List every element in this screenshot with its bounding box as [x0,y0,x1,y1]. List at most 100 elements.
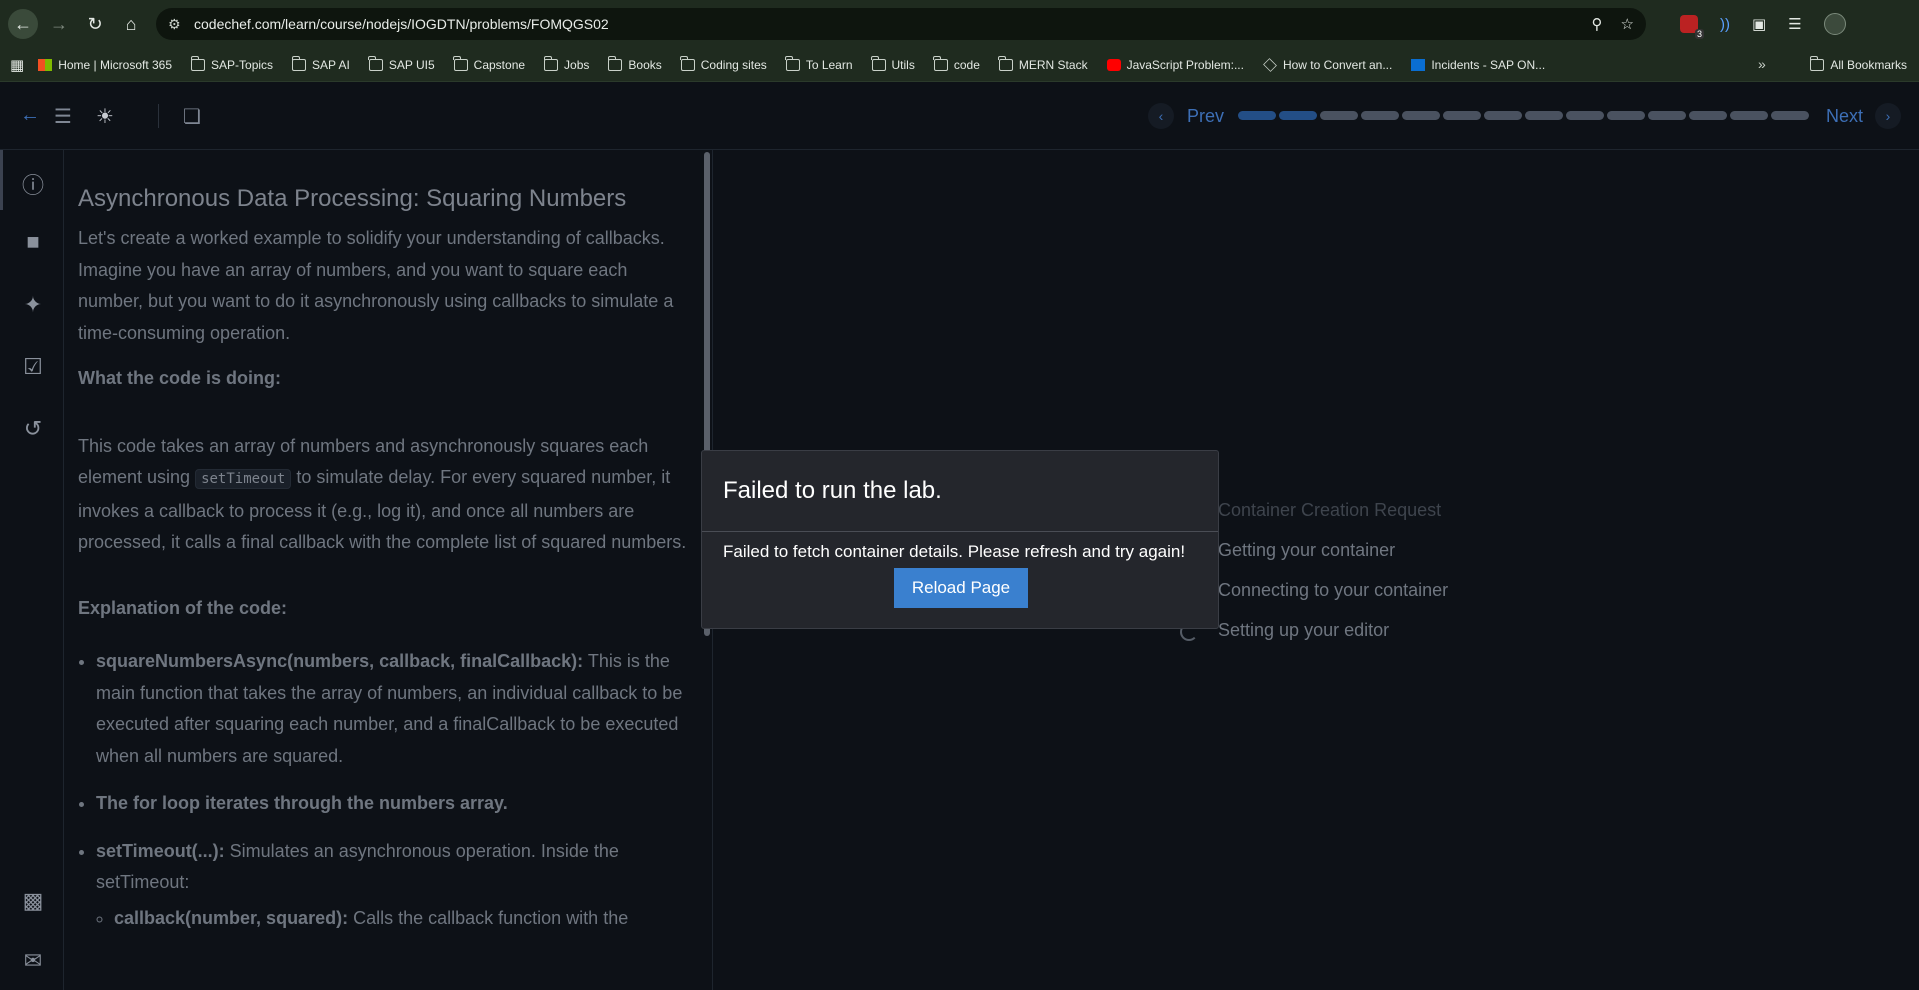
bookmark-item[interactable]: JavaScript Problem:... [1106,58,1244,72]
microsoft-icon [38,58,53,71]
bullet-bold: squareNumbersAsync(numbers, callback, fi… [96,651,584,671]
bookmark-label: SAP AI [312,57,350,72]
extension-badge-count: 3 [1694,29,1704,39]
all-bookmarks[interactable]: All Bookmarks [1809,48,1907,82]
extension-badge-icon[interactable]: 3 [1680,15,1704,39]
bookmark-item[interactable]: Jobs [543,55,590,72]
bookmark-item[interactable]: code [933,55,980,72]
zoom-icon[interactable]: ⚲ [1592,15,1603,33]
bookmark-item[interactable]: To Learn [785,55,853,72]
folder-icon [291,55,307,71]
step-connecting-container: Connecting to your container [1218,580,1449,600]
chevron-left-icon: ‹ [1148,103,1174,129]
url-text[interactable]: codechef.com/learn/course/nodejs/IOGDTN/… [194,16,609,32]
folder-icon [453,55,468,71]
bookmark-label: Home | Microsoft 365 [58,57,173,72]
progress-segment[interactable] [1771,111,1809,120]
sun-icon[interactable]: ☀ [96,104,114,129]
progress-segment[interactable] [1238,111,1276,120]
bookmark-star-icon[interactable]: ☆ [1621,15,1634,33]
reload-page-button[interactable]: Reload Page [894,568,1028,608]
progress-segment[interactable] [1525,111,1563,120]
history-icon[interactable]: ↺ [21,416,45,442]
reading-list-icon[interactable]: ☰ [1788,15,1801,33]
list-icon[interactable]: ☰ [54,104,72,129]
broadcast-icon[interactable]: )) [1720,16,1730,33]
next-label: Next [1826,105,1864,126]
bookmark-label: Jobs [564,57,590,72]
bookmark-item[interactable]: SAP-Topics [190,55,273,72]
bookmark-item[interactable]: Capstone [453,55,526,72]
folder-icon [871,55,886,71]
progress-segment[interactable] [1484,111,1522,120]
progress-segment[interactable] [1443,111,1481,120]
profile-avatar[interactable] [1823,13,1846,35]
terminal-icon[interactable]: ▩ [21,888,45,914]
error-modal: Failed to run the lab. Failed to fetch c… [701,450,1219,629]
bookmark-label: How to Convert an... [1282,57,1393,72]
problem-title: Asynchronous Data Processing: Squaring N… [78,185,627,212]
folder-icon [680,55,695,71]
next-button[interactable]: Next › [1826,103,1902,129]
step-container-creation: Container Creation Request [1218,500,1442,520]
progress-segment[interactable] [1689,111,1727,120]
bookmark-label: SAP UI5 [388,57,435,72]
bookmark-label: MERN Stack [1018,57,1088,72]
prev-button[interactable]: ‹ Prev [1148,103,1224,129]
chevron-right-icon: › [1875,103,1902,129]
ai-sparkle-icon[interactable]: ✦ [21,292,45,318]
folder-icon [1809,56,1825,71]
back-arrow-icon[interactable]: ← [8,9,38,39]
bookmark-item[interactable]: Coding sites [680,55,767,72]
bookmark-item[interactable]: SAP AI [291,55,350,72]
progress-segment[interactable] [1402,111,1440,120]
intro-paragraph: Let's create a worked example to solidif… [78,228,674,343]
progress-segment[interactable] [1361,111,1399,120]
bookmark-icon[interactable]: ❏ [183,104,201,129]
progress-segment[interactable] [1566,111,1604,120]
apps-grid-icon[interactable]: ▦ [10,56,24,74]
site-info-icon[interactable]: ⚙ [168,16,188,33]
folder-icon [998,55,1013,71]
list-item: setTimeout(...): Simulates an asynchrono… [96,836,688,935]
folder-icon [607,55,623,71]
back-arrow-icon[interactable]: ← [20,104,40,127]
checklist-icon[interactable]: ☑ [21,354,45,380]
folder-icon[interactable]: ■ [21,229,45,255]
progress-segment[interactable] [1320,111,1358,120]
puzzle-icon[interactable]: ▣ [1752,15,1766,33]
home-icon[interactable]: ⌂ [116,9,146,39]
header-divider [158,104,159,128]
bookmark-item[interactable]: MERN Stack [998,55,1088,72]
bullet-bold: setTimeout(...): [96,840,225,861]
bookmark-label: Capstone [473,57,526,72]
progress-segment[interactable] [1607,111,1645,120]
forward-arrow-icon[interactable]: → [44,9,74,39]
progress-segment[interactable] [1730,111,1768,120]
bookmark-item[interactable]: Utils [871,55,915,72]
list-item: callback(number, squared): Calls the cal… [114,903,688,935]
modal-title: Failed to run the lab. [723,477,942,504]
bookmark-item[interactable]: How to Convert an... [1263,58,1392,72]
all-bookmarks-label: All Bookmarks [1830,58,1907,72]
step-getting-container: Getting your container [1218,540,1396,560]
prev-label: Prev [1187,105,1225,126]
address-bar[interactable]: ⚙ codechef.com/learn/course/nodejs/IOGDT… [156,8,1646,40]
bookmark-item[interactable]: Home | Microsoft 365 [38,58,172,72]
progress-segment[interactable] [1648,111,1686,120]
bookmark-label: Books [628,57,662,72]
settimeout-code: setTimeout [195,469,292,489]
bookmarks-bar: ▦ Home | Microsoft 365 SAP-Topics SAP AI SA… [0,48,1919,82]
bookmark-item[interactable]: Incidents - SAP ON... [1411,58,1545,72]
rail-active-indicator [0,150,3,210]
more-bookmarks-icon[interactable]: » [1758,56,1766,72]
reload-icon[interactable]: ↻ [80,9,110,39]
bookmark-item[interactable]: SAP UI5 [368,55,435,72]
progress-segment[interactable] [1279,111,1317,120]
explanation-list: squareNumbersAsync(numbers, callback, fi… [96,646,688,934]
info-icon[interactable]: ⓘ [21,168,45,200]
feedback-icon[interactable]: ✉ [21,948,45,974]
bookmark-item[interactable]: Books [607,55,662,72]
folder-icon [933,55,948,71]
modal-message: Failed to fetch container details. Pleas… [723,542,1186,561]
